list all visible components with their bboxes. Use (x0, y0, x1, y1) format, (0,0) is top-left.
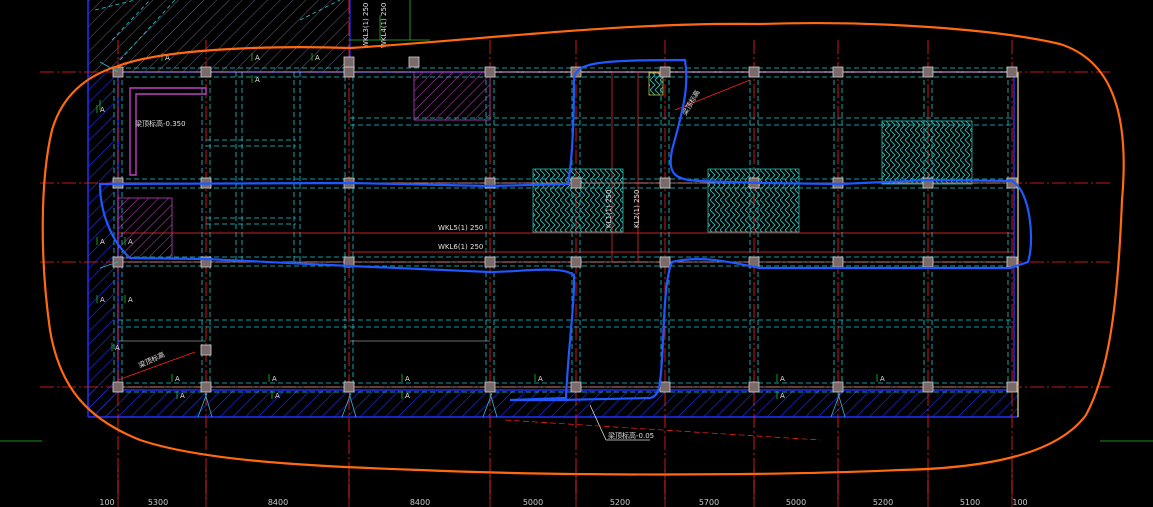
column (659, 177, 671, 189)
column (922, 256, 934, 268)
grid-marker-label: A (315, 54, 320, 62)
column (922, 66, 934, 78)
slab-band (118, 72, 1014, 262)
leader-note-left-bottom: 梁顶标高 (137, 350, 166, 370)
column (832, 381, 844, 393)
dimension-label: 5700 (699, 498, 719, 507)
grid-marker-label: A (180, 392, 185, 400)
cad-structural-plan[interactable]: WKL3(1) 250 WKL4(1) 250 KL1(1) 250 KL2(1… (0, 0, 1153, 507)
grid-marker-label: A (175, 375, 180, 383)
grid-marker-label: A (538, 375, 543, 383)
grid-marker-label: A (100, 238, 105, 246)
grid-marker-label: A (275, 392, 280, 400)
grid-marker-label: A (255, 54, 260, 62)
column (659, 66, 671, 78)
beam-label-horizontal-1: WKL5(1) 250 (438, 224, 483, 232)
column (1006, 381, 1018, 393)
beam-label-top-vertical-1: WKL3(1) 250 (362, 3, 370, 48)
grid-marker-label: A (255, 76, 260, 84)
dimension-label: 100 (1012, 498, 1027, 507)
column (200, 381, 212, 393)
beam-label-mid-vertical-2: KL2(1) 250 (633, 190, 641, 228)
column (200, 66, 212, 78)
column (484, 66, 496, 78)
column (659, 381, 671, 393)
column (570, 177, 582, 189)
column (659, 256, 671, 268)
grid-marker-label: A (780, 375, 785, 383)
beam-label-mid-vertical-1: KL1(1) 250 (605, 190, 613, 228)
grid-marker-label: A (780, 392, 785, 400)
dimension-label: 8400 (410, 498, 430, 507)
beam-label-horizontal-2: WKL6(1) 250 (438, 243, 483, 251)
column (343, 66, 355, 78)
grid-marker-label: A (405, 392, 410, 400)
leader-note-bottom-center: 梁顶标高-0.05 (608, 431, 654, 440)
grid-marker-label: A (405, 375, 410, 383)
beam-label-top-vertical-2: WKL4(1) 250 (380, 3, 388, 48)
dimension-label: 8400 (268, 498, 288, 507)
dimension-row: 100 5300 8400 8400 5000 5200 5700 5000 5200 5100 1… (99, 498, 1027, 507)
cyan-hatch-openings (532, 72, 973, 233)
column (832, 66, 844, 78)
column (408, 56, 420, 68)
grid-marker-label: A (272, 375, 277, 383)
dimension-label: 5000 (786, 498, 806, 507)
magenta-hatch-regions (117, 71, 491, 259)
dimension-label: 5100 (960, 498, 980, 507)
dimension-label: 5000 (523, 498, 543, 507)
grid-marker-label: A (128, 238, 133, 246)
column (1006, 66, 1018, 78)
column (748, 381, 760, 393)
grid-marker-label: A (100, 106, 105, 114)
grid-marker-label: A (880, 375, 885, 383)
column (484, 256, 496, 268)
column (200, 344, 212, 356)
dimension-label: 5300 (148, 498, 168, 507)
column (112, 381, 124, 393)
left-note: 梁顶标高-0.350 (135, 119, 186, 128)
column (748, 66, 760, 78)
grid-marker-label: A (100, 296, 105, 304)
column (922, 381, 934, 393)
column (832, 256, 844, 268)
dimension-label: 5200 (610, 498, 630, 507)
column (343, 381, 355, 393)
dimension-label: 100 (99, 498, 114, 507)
column (484, 381, 496, 393)
grid-marker-label: A (128, 296, 133, 304)
column (343, 56, 355, 68)
grid-marker-label: A (115, 344, 120, 352)
column (570, 381, 582, 393)
dimension-label: 5200 (873, 498, 893, 507)
column (570, 256, 582, 268)
